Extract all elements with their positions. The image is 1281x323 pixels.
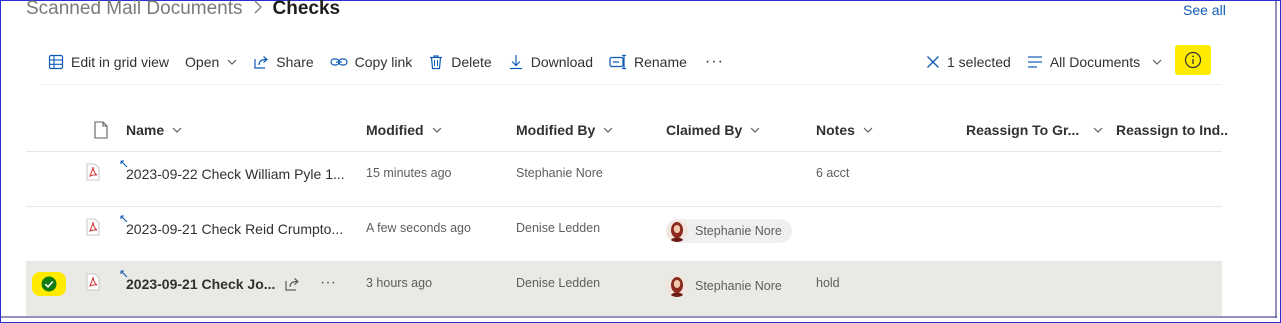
row-selected-checkbox[interactable] <box>32 272 66 296</box>
claimed-by-column-label: Claimed By <box>666 122 743 138</box>
breadcrumb-parent[interactable]: Scanned Mail Documents <box>26 0 243 20</box>
modified-by-value[interactable]: Denise Ledden <box>516 221 600 235</box>
modified-column-label: Modified <box>366 122 424 138</box>
file-name-link[interactable]: 2023-09-21 Check Reid Crumpto... <box>126 221 343 237</box>
info-button[interactable] <box>1175 45 1211 75</box>
reassign-individual-column-header[interactable]: Reassign to Ind.. <box>1116 118 1228 142</box>
command-bar: Edit in grid view Open Share Copy link D… <box>40 46 734 78</box>
chevron-down-icon <box>750 127 760 133</box>
notes-value: hold <box>816 276 840 290</box>
modified-value: A few seconds ago <box>366 221 471 235</box>
more-button[interactable]: ··· <box>695 46 734 78</box>
download-label: Download <box>530 54 593 70</box>
file-type-column-header[interactable] <box>86 118 108 142</box>
notes-value: 6 acct <box>816 166 850 180</box>
modified-by-column-label: Modified By <box>516 122 596 138</box>
avatar <box>666 220 688 242</box>
clear-selection-button[interactable]: 1 selected <box>918 46 1019 78</box>
chevron-down-icon <box>1152 59 1162 65</box>
document-icon <box>94 121 108 139</box>
breadcrumb: Scanned Mail Documents Checks <box>26 0 340 21</box>
edit-grid-label: Edit in grid view <box>71 54 170 70</box>
reassign-group-column-label: Reassign To Gr... <box>966 122 1080 138</box>
chevron-down-icon <box>1093 127 1103 133</box>
pdf-file-icon <box>86 218 100 236</box>
chevron-down-icon <box>227 59 237 65</box>
frame-edge <box>1275 0 1277 318</box>
lines-icon <box>1027 56 1042 68</box>
selected-count: 1 selected <box>947 54 1011 70</box>
trash-icon <box>430 55 443 70</box>
breadcrumb-current: Checks <box>272 0 341 19</box>
file-name-link[interactable]: 2023-09-22 Check William Pyle 1... <box>126 166 345 182</box>
download-button[interactable]: Download <box>500 46 601 78</box>
share-label: Share <box>276 54 314 70</box>
divider <box>40 84 1222 85</box>
pdf-file-icon <box>86 163 100 181</box>
modified-value: 15 minutes ago <box>366 166 452 180</box>
rename-button[interactable]: Rename <box>601 46 695 78</box>
name-column-header[interactable]: Name <box>126 118 182 142</box>
chevron-down-icon <box>863 127 873 133</box>
checkmark-circle-icon <box>41 276 57 292</box>
claimed-by-value: Stephanie Nore <box>695 279 782 293</box>
chevron-down-icon <box>172 127 182 133</box>
claimed-by-column-header[interactable]: Claimed By <box>666 118 760 142</box>
claimed-by-value: Stephanie Nore <box>695 224 782 238</box>
modified-by-value[interactable]: Denise Ledden <box>516 276 600 290</box>
chevron-right-icon <box>253 0 263 19</box>
see-all-link[interactable]: See all <box>1183 2 1226 18</box>
open-label: Open <box>185 54 220 70</box>
download-icon <box>509 55 522 70</box>
view-label: All Documents <box>1049 54 1141 70</box>
name-column-label: Name <box>126 122 165 138</box>
rename-label: Rename <box>633 54 687 70</box>
reassign-group-column-header[interactable]: Reassign To Gr... <box>966 118 1103 142</box>
chevron-down-icon <box>432 127 441 133</box>
link-icon <box>330 58 348 66</box>
frame-edge-bottom <box>0 316 1277 318</box>
copy-link-button[interactable]: Copy link <box>322 46 421 78</box>
modified-by-value[interactable]: Stephanie Nore <box>516 166 603 180</box>
claimed-by-persona[interactable]: Stephanie Nore <box>666 274 792 298</box>
share-icon[interactable] <box>284 276 300 292</box>
grid-icon <box>48 54 64 70</box>
row-more-icon[interactable]: ··· <box>320 274 336 292</box>
share-button[interactable]: Share <box>245 46 321 78</box>
claimed-by-persona[interactable]: Stephanie Nore <box>666 219 792 243</box>
selection-group: 1 selected All Documents <box>918 46 1170 78</box>
avatar <box>666 275 688 297</box>
close-icon <box>927 56 939 68</box>
info-icon <box>1184 51 1202 69</box>
delete-button[interactable]: Delete <box>420 46 499 78</box>
file-name-link[interactable]: 2023-09-21 Check Jo... <box>126 276 275 292</box>
modified-by-column-header[interactable]: Modified By <box>516 118 613 142</box>
chevron-down-icon <box>603 127 613 133</box>
more-icon: ··· <box>704 53 724 70</box>
rename-icon <box>609 54 626 70</box>
view-switcher[interactable]: All Documents <box>1019 46 1170 78</box>
modified-value: 3 hours ago <box>366 276 433 290</box>
open-button[interactable]: Open <box>177 46 245 78</box>
modified-column-header[interactable]: Modified <box>366 118 442 142</box>
delete-label: Delete <box>451 54 492 70</box>
notes-column-header[interactable]: Notes <box>816 118 873 142</box>
reassign-individual-column-label: Reassign to Ind.. <box>1116 122 1229 138</box>
notes-column-label: Notes <box>816 122 855 138</box>
copy-link-label: Copy link <box>354 54 413 70</box>
share-icon <box>254 56 269 69</box>
pdf-file-icon <box>86 273 100 291</box>
edit-grid-button[interactable]: Edit in grid view <box>40 46 177 78</box>
